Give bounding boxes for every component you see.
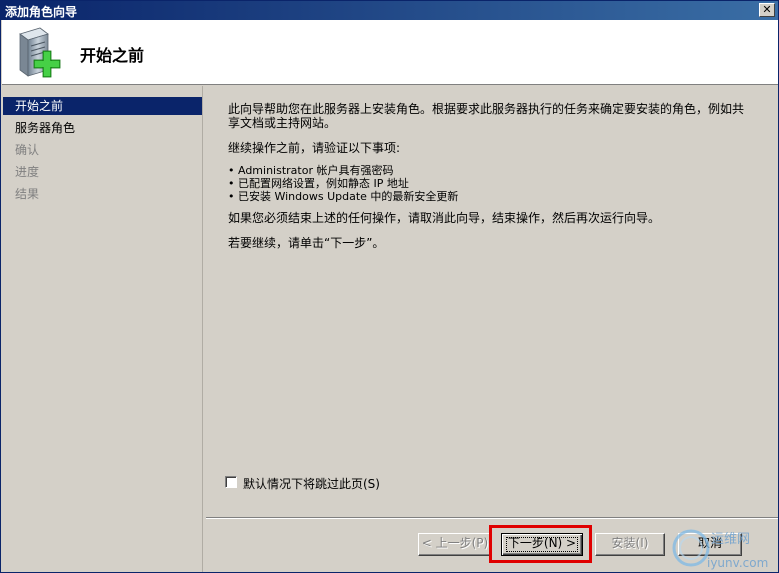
nav-item-progress: 进度: [15, 165, 40, 179]
title-bar[interactable]: 添加角色向导 ✕: [1, 1, 778, 20]
verify-heading: 继续操作之前，请验证以下事项:: [228, 141, 401, 155]
list-item: • 已安装 Windows Update 中的最新安全更新: [228, 190, 459, 203]
window-title: 添加角色向导: [5, 5, 78, 19]
wizard-header: 开始之前: [2, 20, 778, 85]
list-item: • 已配置网络设置，例如静态 IP 地址: [228, 177, 409, 190]
install-button[interactable]: 安装(I): [595, 533, 665, 556]
intro-text-line2: 享文档或主持网站。: [228, 116, 337, 130]
site-watermark-logo: 运维网 iyunv.com: [672, 529, 768, 570]
wizard-content: 此向导帮助您在此服务器上安装角色。根据要求此服务器执行的任务来确定要安装的角色，…: [206, 86, 778, 516]
page-title: 开始之前: [80, 46, 145, 65]
nav-item-server-roles[interactable]: 服务器角色: [3, 119, 202, 137]
add-roles-wizard-window: 添加角色向导 ✕ 开始之前 开始之前 服务器角色 确认 进度 结果 此向导帮助您…: [0, 0, 779, 573]
nav-item-confirmation: 确认: [15, 143, 40, 157]
watermark-title: 运维网: [711, 532, 750, 547]
skip-page-label[interactable]: 默认情况下将跳过此页(S): [243, 475, 380, 492]
watermark-domain: iyunv.com: [707, 556, 768, 570]
footer-divider: [206, 517, 778, 519]
wizard-step-nav: 开始之前 服务器角色 确认 进度 结果: [2, 86, 203, 572]
previous-button[interactable]: < 上一步(P): [418, 533, 492, 556]
prerequisite-list: • Administrator 帐户具有强密码 • 已配置网络设置，例如静态 I…: [228, 164, 458, 203]
continue-hint: 若要继续，请单击“下一步”。: [228, 236, 385, 250]
nav-item-before-you-begin[interactable]: 开始之前: [3, 97, 202, 115]
skip-page-checkbox[interactable]: [225, 476, 237, 488]
close-icon: ✕: [762, 3, 772, 16]
cancel-hint: 如果您必须结束上述的任何操作，请取消此向导，结束操作，然后再次运行向导。: [228, 211, 661, 225]
server-add-icon: [19, 27, 61, 78]
close-button[interactable]: ✕: [759, 3, 775, 17]
intro-text-line1: 此向导帮助您在此服务器上安装角色。根据要求此服务器执行的任务来确定要安装的角色，…: [228, 102, 745, 116]
next-button-highlight: [489, 525, 592, 563]
nav-item-results: 结果: [15, 187, 40, 201]
list-item: • Administrator 帐户具有强密码: [228, 164, 394, 177]
